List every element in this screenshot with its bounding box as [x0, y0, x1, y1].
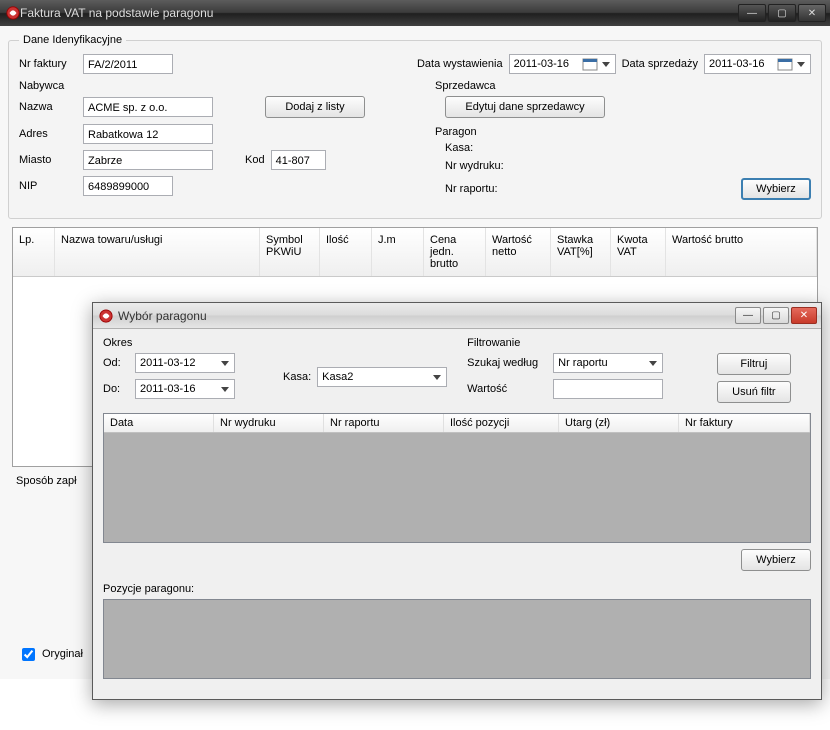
dialog-maximize-button[interactable]: ▢ [763, 307, 789, 324]
dialog-minimize-button[interactable]: — [735, 307, 761, 324]
pozycje-label: Pozycje paragonu: [103, 583, 811, 595]
col-jm[interactable]: J.m [372, 228, 424, 276]
nabywca-legend: Nabywca [19, 80, 395, 92]
sprzedawca-legend: Sprzedawca [435, 80, 811, 92]
okres-legend: Okres [103, 337, 263, 349]
nip-label: NIP [19, 180, 77, 192]
maximize-button[interactable]: ▢ [768, 4, 796, 22]
col-netto[interactable]: Wartość netto [486, 228, 551, 276]
wartosc-input[interactable] [553, 379, 663, 399]
ident-legend: Dane Idenyfikacyjne [19, 34, 126, 46]
kasa-label: Kasa: [445, 142, 473, 154]
data-wyst-input[interactable]: 2011-03-16 [509, 54, 616, 74]
pozycje-grid[interactable] [103, 599, 811, 679]
kasa-label: Kasa: [283, 371, 311, 383]
wybor-paragonu-dialog: Wybór paragonu — ▢ ✕ Okres Od: 2011-03-1… [92, 302, 822, 700]
paragon-legend: Paragon [435, 126, 811, 138]
nr-faktury-label: Nr faktury [19, 58, 77, 70]
dialog-titlebar: Wybór paragonu — ▢ ✕ [93, 303, 821, 329]
oryginal-checkbox[interactable]: Oryginał [18, 645, 83, 664]
okres-group: Okres Od: 2011-03-12 Do: 2011-03-16 [103, 337, 263, 405]
gcol-utarg[interactable]: Utarg (zł) [559, 414, 679, 432]
gcol-nrfak[interactable]: Nr faktury [679, 414, 810, 432]
filtruj-button[interactable]: Filtruj [717, 353, 790, 375]
minimize-button[interactable]: — [738, 4, 766, 22]
col-lp[interactable]: Lp. [13, 228, 55, 276]
szukaj-select[interactable]: Nr raportu [553, 353, 663, 373]
nip-input[interactable]: 6489899000 [83, 176, 173, 196]
gcol-nrwyd[interactable]: Nr wydruku [214, 414, 324, 432]
wybierz-paragon-button[interactable]: Wybierz [741, 178, 811, 200]
gcol-nrrap[interactable]: Nr raportu [324, 414, 444, 432]
col-kwotavat[interactable]: Kwota VAT [611, 228, 666, 276]
app-icon [6, 6, 20, 20]
wartosc-label: Wartość [467, 383, 547, 395]
miasto-label: Miasto [19, 154, 77, 166]
nazwa-input[interactable]: ACME sp. z o.o. [83, 97, 213, 117]
szukaj-label: Szukaj według [467, 357, 547, 369]
miasto-input[interactable]: Zabrze [83, 150, 213, 170]
usun-filtr-button[interactable]: Usuń filtr [717, 381, 790, 403]
nr-faktury-input[interactable]: FA/2/2011 [83, 54, 173, 74]
calendar-icon [777, 56, 793, 72]
close-button[interactable]: ✕ [798, 4, 826, 22]
do-label: Do: [103, 383, 129, 395]
col-pkwiu[interactable]: Symbol PKWiU [260, 228, 320, 276]
col-ilosc[interactable]: Ilość [320, 228, 372, 276]
gcol-ilpoz[interactable]: Ilość pozycji [444, 414, 559, 432]
adres-input[interactable]: Rabatkowa 12 [83, 124, 213, 144]
kasa-select[interactable]: Kasa2 [317, 367, 447, 387]
col-vatp[interactable]: Stawka VAT[%] [551, 228, 611, 276]
col-cena[interactable]: Cena jedn. brutto [424, 228, 486, 276]
nrwyd-label: Nr wydruku: [445, 160, 504, 172]
col-nazwa[interactable]: Nazwa towaru/usługi [55, 228, 260, 276]
nabywca-group: Nabywca Nazwa ACME sp. z o.o. Dodaj z li… [19, 80, 395, 196]
chevron-down-icon [794, 56, 808, 72]
chevron-down-icon [218, 382, 232, 396]
chevron-down-icon [218, 356, 232, 370]
dialog-title: Wybór paragonu [118, 309, 733, 323]
chevron-down-icon [430, 370, 444, 384]
chevron-down-icon [599, 56, 613, 72]
od-label: Od: [103, 357, 129, 369]
main-titlebar: Faktura VAT na podstawie paragonu — ▢ ✕ [0, 0, 830, 26]
sprzedawca-group: Sprzedawca Edytuj dane sprzedawcy [435, 80, 811, 118]
adres-label: Adres [19, 128, 77, 140]
kod-label: Kod [245, 154, 265, 166]
dialog-close-button[interactable]: ✕ [791, 307, 817, 324]
filtr-legend: Filtrowanie [467, 337, 697, 349]
gcol-data[interactable]: Data [104, 414, 214, 432]
dodaj-z-listy-button[interactable]: Dodaj z listy [265, 96, 365, 118]
nazwa-label: Nazwa [19, 101, 77, 113]
paragon-group: Paragon Kasa: Nr wydruku: Nr raportu: Wy… [435, 126, 811, 200]
main-title: Faktura VAT na podstawie paragonu [20, 6, 736, 20]
nrrap-label: Nr raportu: [445, 183, 498, 195]
paragon-grid[interactable]: Data Nr wydruku Nr raportu Ilość pozycji… [103, 413, 811, 543]
data-wyst-label: Data wystawienia [417, 58, 503, 70]
filtr-group: Filtrowanie Szukaj według Nr raportu War… [467, 337, 697, 405]
calendar-icon [582, 56, 598, 72]
do-date-input[interactable]: 2011-03-16 [135, 379, 235, 399]
col-brutto[interactable]: Wartość brutto [666, 228, 817, 276]
data-sprz-input[interactable]: 2011-03-16 [704, 54, 811, 74]
data-sprz-label: Data sprzedaży [622, 58, 698, 70]
sposob-zaplaty-label: Sposób zapł [16, 475, 77, 487]
ident-group: Dane Idenyfikacyjne Nr faktury FA/2/2011… [8, 34, 822, 219]
chevron-down-icon [646, 356, 660, 370]
od-date-input[interactable]: 2011-03-12 [135, 353, 235, 373]
kod-input[interactable]: 41-807 [271, 150, 326, 170]
app-icon [99, 309, 113, 323]
dialog-wybierz-button[interactable]: Wybierz [741, 549, 811, 571]
edytuj-sprzedawcy-button[interactable]: Edytuj dane sprzedawcy [445, 96, 605, 118]
